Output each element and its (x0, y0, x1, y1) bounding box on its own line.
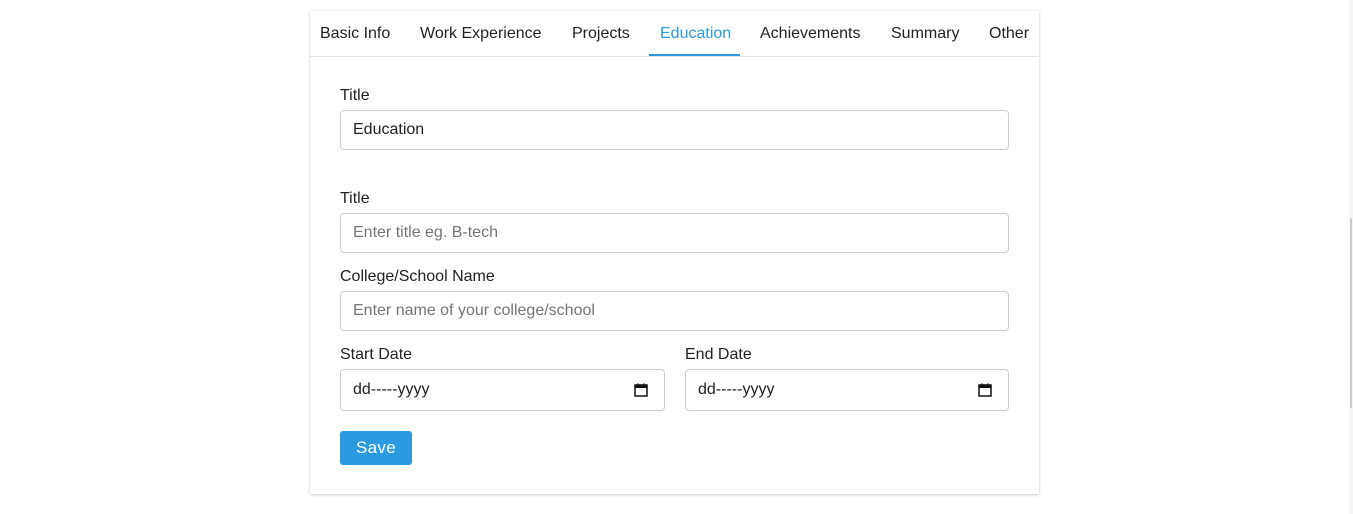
scrollbar-thumb[interactable] (1350, 218, 1352, 408)
end-date-input[interactable]: dd-----yyyy (685, 369, 1009, 411)
tab-work-experience[interactable]: Work Experience (420, 11, 542, 56)
start-date-label: Start Date (340, 346, 413, 363)
save-button[interactable]: Save (340, 431, 412, 465)
section-title-input[interactable] (340, 110, 1009, 150)
start-date-value: dd-----yyyy (353, 381, 430, 398)
education-title-input[interactable] (340, 213, 1009, 253)
active-tab-indicator (649, 54, 740, 56)
tab-projects[interactable]: Projects (572, 11, 630, 56)
tab-achievements[interactable]: Achievements (760, 11, 861, 56)
tab-summary[interactable]: Summary (891, 11, 959, 56)
college-name-label: College/School Name (340, 268, 495, 285)
college-name-input[interactable] (340, 291, 1009, 331)
page-scrollbar[interactable] (1349, 0, 1353, 514)
calendar-icon[interactable] (978, 383, 992, 397)
section-tabs: Basic Info Work Experience Projects Educ… (310, 11, 1039, 57)
tab-other[interactable]: Other (989, 11, 1029, 56)
calendar-icon[interactable] (634, 383, 648, 397)
end-date-value: dd-----yyyy (698, 381, 775, 398)
start-date-input[interactable]: dd-----yyyy (340, 369, 665, 411)
tab-education[interactable]: Education (660, 11, 731, 56)
end-date-label: End Date (685, 346, 752, 363)
education-title-label: Title (340, 190, 370, 207)
resume-editor-card: Basic Info Work Experience Projects Educ… (310, 11, 1039, 494)
tab-basic-info[interactable]: Basic Info (320, 11, 390, 56)
section-title-label: Title (340, 87, 370, 104)
